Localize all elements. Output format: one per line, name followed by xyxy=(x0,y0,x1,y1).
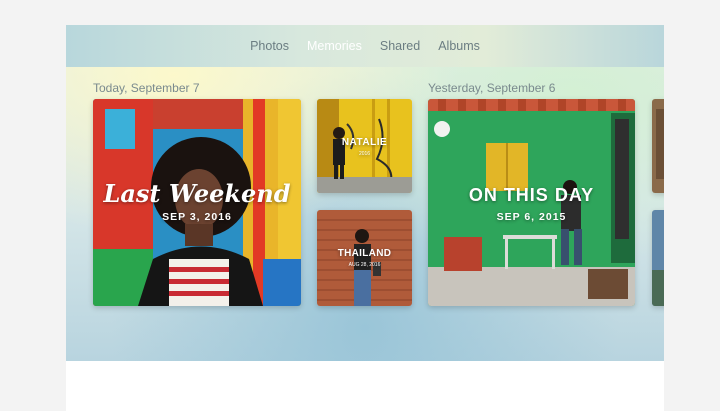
memory-title: THAILAND xyxy=(337,248,392,259)
memory-date: SEP 3, 2016 xyxy=(162,211,232,223)
memory-date: SEP 6, 2015 xyxy=(496,211,567,223)
tv-screen: Photos Memories Shared Albums Today, Sep… xyxy=(66,25,664,361)
memory-photo-partial xyxy=(652,99,664,193)
memory-date: 2016 xyxy=(358,151,371,157)
memory-card-on-this-day[interactable]: ON THIS DAY SEP 6, 2015 xyxy=(428,99,635,306)
memory-title: Last Weekend xyxy=(103,179,291,208)
memory-photo-partial xyxy=(652,210,664,306)
tab-memories[interactable]: Memories xyxy=(307,39,362,53)
section-today-label: Today, September 7 xyxy=(93,81,200,95)
tab-shared[interactable]: Shared xyxy=(380,39,420,53)
tab-albums[interactable]: Albums xyxy=(438,39,480,53)
top-navigation: Photos Memories Shared Albums xyxy=(66,25,664,67)
memory-card-partial-top[interactable] xyxy=(652,99,664,193)
memory-date: AUG 28, 2016 xyxy=(348,262,381,268)
page-below-screen xyxy=(66,361,664,411)
memory-card-natalie[interactable]: NATALIE 2016 xyxy=(317,99,412,193)
memory-card-thailand[interactable]: THAILAND AUG 28, 2016 xyxy=(317,210,412,306)
section-yesterday-label: Yesterday, September 6 xyxy=(428,81,556,95)
memory-title: NATALIE xyxy=(341,137,388,148)
memory-card-partial-bottom[interactable] xyxy=(652,210,664,306)
memory-title: ON THIS DAY xyxy=(468,185,595,205)
memory-card-last-weekend[interactable]: Last Weekend SEP 3, 2016 xyxy=(93,99,301,306)
tab-photos[interactable]: Photos xyxy=(250,39,289,53)
